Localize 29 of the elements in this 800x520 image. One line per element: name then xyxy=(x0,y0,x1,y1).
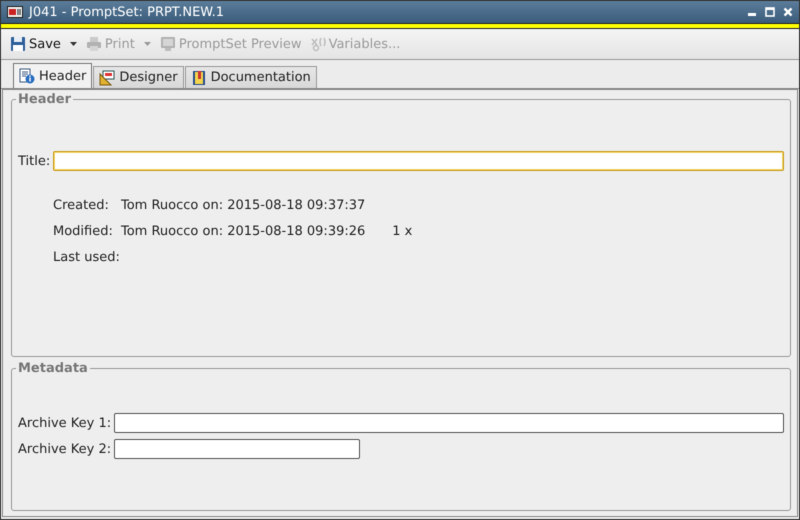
text-field[interactable] xyxy=(114,439,360,459)
text-field[interactable] xyxy=(53,151,784,171)
toolbar-button[interactable]: Save xyxy=(7,35,64,53)
close-icon[interactable] xyxy=(783,7,793,17)
info-label: Last used: xyxy=(53,249,121,266)
book-icon xyxy=(190,70,207,86)
usage-count: 1 x xyxy=(391,223,412,240)
field-label: Archive Key 1: xyxy=(18,416,112,430)
field-label: Title: xyxy=(18,154,50,168)
info-value: Tom Ruocco on: 2015-08-18 09:37:37 xyxy=(121,197,366,214)
info-label: Created: xyxy=(53,197,110,214)
printer-icon xyxy=(86,36,102,52)
caret-icon xyxy=(144,42,151,46)
info-label: Modified: xyxy=(53,223,114,240)
group-title: Metadata xyxy=(17,361,89,376)
tab[interactable]: Documentation xyxy=(184,66,317,88)
info-value: Tom Ruocco on: 2015-08-18 09:39:26 xyxy=(121,223,366,240)
maximize-icon[interactable] xyxy=(765,7,775,17)
tab[interactable]: Header xyxy=(13,63,92,88)
info-document-icon xyxy=(19,68,35,84)
variables-icon xyxy=(310,36,326,52)
field-label: Archive Key 2: xyxy=(18,442,112,456)
window-app-icon xyxy=(7,6,23,18)
group-title: Header xyxy=(17,92,72,107)
monitor-icon xyxy=(160,36,176,52)
text-field[interactable] xyxy=(114,413,784,433)
window-title: J041 - PromptSet: PRPT.NEW.1 xyxy=(29,4,226,20)
caret-icon xyxy=(70,42,77,46)
tab[interactable]: Designer xyxy=(93,66,184,88)
